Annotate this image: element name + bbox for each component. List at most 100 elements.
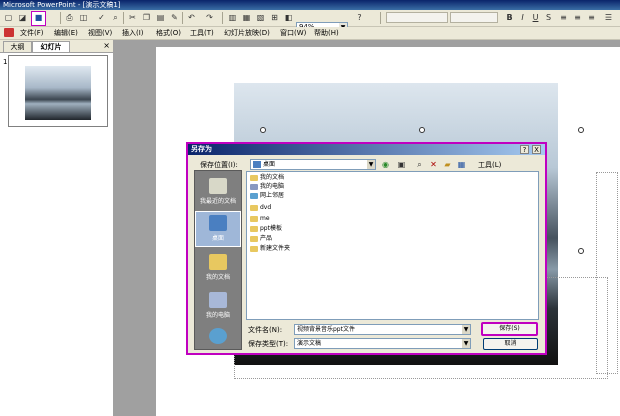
network-icon xyxy=(250,192,258,199)
views-icon[interactable]: ▦ xyxy=(456,159,467,170)
align-left-icon[interactable]: ≡ xyxy=(558,12,569,23)
back-icon[interactable]: ◉ xyxy=(380,159,391,170)
search-web-icon[interactable]: ⌕ xyxy=(414,159,425,170)
up-folder-icon[interactable]: ▣ xyxy=(396,159,407,170)
place-recent[interactable]: 我最近的文档 xyxy=(195,175,241,211)
resize-handle[interactable] xyxy=(419,127,425,133)
chevron-down-icon[interactable]: ▼ xyxy=(462,325,470,334)
chevron-down-icon[interactable]: ▼ xyxy=(462,339,470,348)
tab-slides[interactable]: 幻灯片 xyxy=(32,41,70,52)
paste-icon[interactable]: ▤ xyxy=(155,12,166,23)
close-pane-icon[interactable]: × xyxy=(103,41,110,51)
print-icon[interactable]: ⎙ xyxy=(64,12,75,23)
help-icon[interactable]: ? xyxy=(354,12,365,23)
list-item[interactable]: 产品 xyxy=(250,235,272,243)
menu-file[interactable]: 文件(F) xyxy=(20,28,44,38)
new-folder-icon[interactable]: ▰ xyxy=(442,159,453,170)
place-network[interactable] xyxy=(195,325,241,361)
filetype-value: 演示文稿 xyxy=(297,340,322,347)
resize-handle[interactable] xyxy=(578,248,584,254)
list-item[interactable]: ppt模板 xyxy=(250,225,282,233)
spelling-icon[interactable]: ✓ xyxy=(96,12,107,23)
resize-handle[interactable] xyxy=(578,127,584,133)
save-in-value: 桌面 xyxy=(263,161,276,168)
place-my-computer[interactable]: 我的电脑 xyxy=(195,289,241,325)
file-list[interactable]: 我的文档 我的电脑 网上邻居 dvd me ppt模板 产品 新建文件夹 xyxy=(246,171,539,320)
open-folder-icon[interactable]: ◪ xyxy=(17,12,28,23)
thumbnail-image xyxy=(25,66,91,120)
tab-outline[interactable]: 大纲 xyxy=(3,41,32,52)
show-grid-icon[interactable]: ⊞ xyxy=(269,12,280,23)
cut-icon[interactable]: ✂ xyxy=(127,12,138,23)
file-name: dvd xyxy=(260,204,272,211)
undo-icon[interactable]: ↶ xyxy=(186,12,197,23)
copy-icon[interactable]: ❐ xyxy=(141,12,152,23)
list-item[interactable]: 我的文档 xyxy=(250,174,284,182)
menu-insert[interactable]: 插入(I) xyxy=(122,28,144,38)
align-right-icon[interactable]: ≡ xyxy=(586,12,597,23)
menu-format[interactable]: 格式(O) xyxy=(156,28,181,38)
filetype-select[interactable]: 演示文稿 ▼ xyxy=(294,338,471,349)
place-my-documents[interactable]: 我的文档 xyxy=(195,251,241,287)
toolbar-separator xyxy=(380,12,381,24)
align-center-icon[interactable]: ≡ xyxy=(572,12,583,23)
italic-icon[interactable]: I xyxy=(517,12,528,23)
color-grayscale-icon[interactable]: ◧ xyxy=(283,12,294,23)
folder-icon xyxy=(250,235,258,242)
menu-bar: 文件(F) 编辑(E) 视图(V) 插入(I) 格式(O) 工具(T) 幻灯片放… xyxy=(0,27,620,40)
new-document-icon[interactable]: ▢ xyxy=(3,12,14,23)
insert-chart-icon[interactable]: ▥ xyxy=(227,12,238,23)
my-documents-icon xyxy=(209,254,227,270)
print-preview-icon[interactable]: ◫ xyxy=(78,12,89,23)
tables-borders-icon[interactable]: ▧ xyxy=(255,12,266,23)
list-item[interactable]: 新建文件夹 xyxy=(250,245,290,253)
menu-window[interactable]: 窗口(W) xyxy=(280,28,306,38)
place-label: 桌面 xyxy=(211,235,224,242)
research-icon[interactable]: ⌕ xyxy=(110,12,121,23)
list-item[interactable]: me xyxy=(250,215,270,223)
menu-tools[interactable]: 工具(T) xyxy=(190,28,214,38)
list-item[interactable]: 我的电脑 xyxy=(250,183,284,191)
file-name: 新建文件夹 xyxy=(260,245,291,252)
places-bar: 我最近的文档 桌面 我的文档 我的电脑 xyxy=(194,170,242,350)
file-name: ppt模板 xyxy=(260,225,282,232)
standard-toolbar: ▢ ◪ ■ ⎙ ◫ ✓ ⌕ ✂ ❐ ▤ ✎ ↶ ↷ ▥ ▦ ▧ ⊞ ◧ 94% … xyxy=(0,10,620,33)
filename-input[interactable]: 视频背景音乐ppt文件 ▼ xyxy=(294,324,471,335)
insert-table-icon[interactable]: ▦ xyxy=(241,12,252,23)
save-button[interactable]: 保存(S) xyxy=(481,322,538,336)
menu-edit[interactable]: 编辑(E) xyxy=(54,28,78,38)
close-button[interactable]: X xyxy=(532,145,541,154)
format-painter-icon[interactable]: ✎ xyxy=(169,12,180,23)
menu-view[interactable]: 视图(V) xyxy=(88,28,112,38)
cancel-button[interactable]: 取消 xyxy=(483,338,538,350)
list-item[interactable]: dvd xyxy=(250,204,271,212)
desktop-icon xyxy=(209,215,227,231)
font-size-select[interactable] xyxy=(450,12,498,23)
slide-number: 1 xyxy=(3,58,8,66)
underline-icon[interactable]: U xyxy=(530,12,541,23)
slide-thumbnail[interactable] xyxy=(8,55,108,127)
redo-icon[interactable]: ↷ xyxy=(204,12,215,23)
place-label: 我最近的文档 xyxy=(199,198,236,205)
save-in-select[interactable]: 桌面 ▼ xyxy=(250,159,376,170)
save-icon[interactable]: ■ xyxy=(31,11,46,26)
place-desktop[interactable]: 桌面 xyxy=(195,211,241,247)
file-name: 产品 xyxy=(260,235,273,242)
bold-icon[interactable]: B xyxy=(504,12,515,23)
resize-handle[interactable] xyxy=(260,127,266,133)
tools-menu[interactable]: 工具(L) xyxy=(478,160,501,170)
list-item[interactable]: 网上邻居 xyxy=(250,192,284,200)
chevron-down-icon[interactable]: ▼ xyxy=(367,160,375,169)
slides-pane: 大纲 幻灯片 × 1 xyxy=(0,40,114,416)
place-label: 我的文档 xyxy=(205,274,230,281)
powerpoint-icon[interactable] xyxy=(4,28,14,37)
font-name-select[interactable] xyxy=(386,12,448,23)
help-button[interactable]: ? xyxy=(520,145,529,154)
window-title-bar: Microsoft PowerPoint - [演示文稿1] xyxy=(0,0,620,10)
delete-icon[interactable]: ✕ xyxy=(428,159,439,170)
numbering-icon[interactable]: ☰ xyxy=(603,12,614,23)
toolbar-separator xyxy=(60,12,61,24)
menu-help[interactable]: 帮助(H) xyxy=(314,28,339,38)
shadow-icon[interactable]: S xyxy=(543,12,554,23)
menu-slideshow[interactable]: 幻灯片放映(D) xyxy=(224,28,270,38)
